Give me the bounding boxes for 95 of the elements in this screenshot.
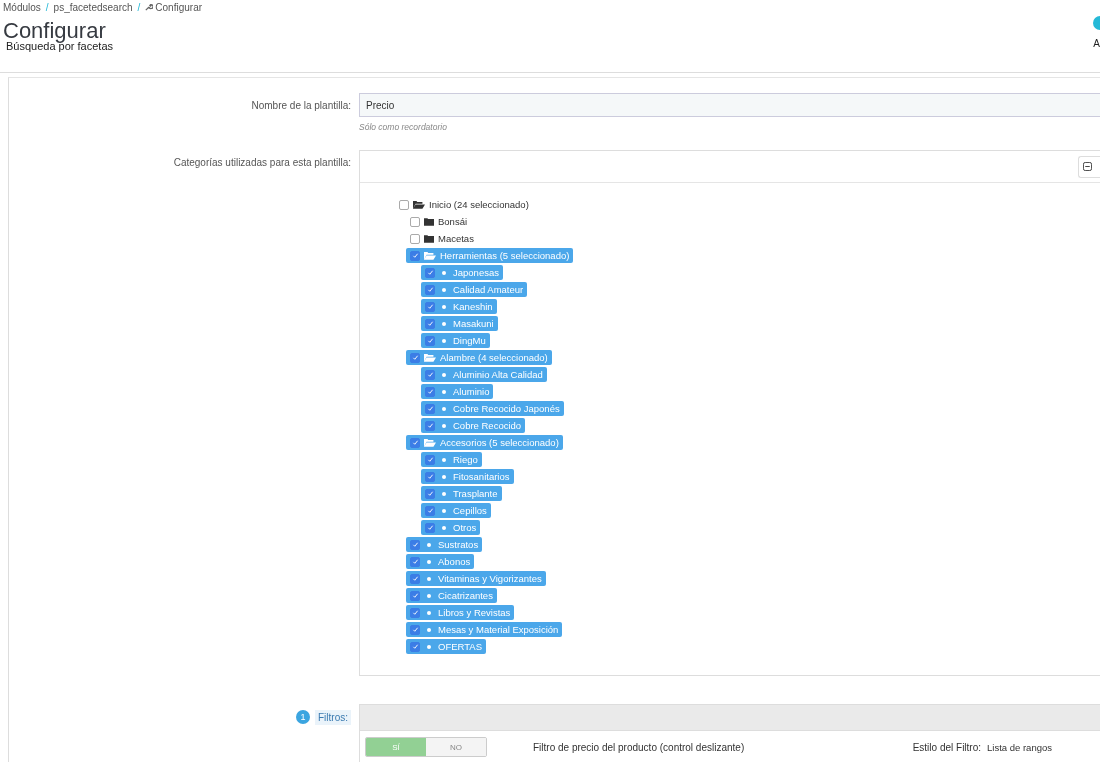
checkbox[interactable] — [425, 386, 435, 397]
checkbox[interactable] — [410, 624, 420, 635]
bullet-icon — [442, 491, 446, 496]
checkbox[interactable] — [425, 318, 435, 329]
tree-item[interactable]: Kaneshin — [421, 299, 497, 314]
wrench-icon — [145, 3, 154, 11]
bullet-icon — [442, 525, 446, 530]
field-label: Filtros: — [315, 709, 351, 725]
tree-item[interactable]: Aluminio — [421, 384, 494, 399]
collapse-all-button[interactable] — [1078, 155, 1100, 178]
checkbox[interactable] — [410, 437, 420, 448]
checkbox[interactable] — [399, 199, 409, 210]
bullet-icon — [442, 270, 446, 275]
bullet-icon — [427, 593, 431, 598]
tree-item[interactable]: Cepillos — [421, 503, 491, 518]
tree-item[interactable]: DingMu — [421, 333, 490, 348]
tree-item[interactable]: Masakuni — [421, 316, 498, 331]
checkbox[interactable] — [425, 505, 435, 516]
tree-item[interactable]: Vitaminas y Vigorizantes — [406, 571, 546, 586]
bullet-icon — [442, 457, 446, 462]
tree-item[interactable]: Herramientas (5 seleccionado) — [406, 248, 574, 263]
filter-style-value: Lista de rangos — [987, 741, 1052, 753]
tree-item[interactable]: Inicio (24 seleccionado) — [395, 197, 533, 212]
checkbox[interactable] — [410, 556, 420, 567]
checkbox[interactable] — [425, 488, 435, 499]
field-label: Nombre de la plantilla: — [250, 99, 351, 113]
checkbox[interactable] — [425, 267, 435, 278]
breadcrumb-link[interactable]: ps_facetedsearch — [53, 1, 133, 13]
checkbox[interactable] — [410, 250, 420, 261]
tree-item[interactable]: Cicatrizantes — [406, 588, 497, 603]
tree-item[interactable]: Abonos — [406, 554, 475, 569]
checkbox[interactable] — [410, 573, 420, 584]
tree-item[interactable]: Accesorios (5 seleccionado) — [406, 435, 563, 450]
bullet-icon — [427, 627, 431, 632]
checkbox[interactable] — [425, 454, 435, 465]
tree-item[interactable]: Mesas y Material Exposición — [406, 622, 563, 637]
tree-item[interactable]: Bonsái — [406, 214, 472, 229]
bullet-icon — [427, 610, 431, 615]
tree-item[interactable]: Fitosanitarios — [421, 469, 514, 484]
collapse-icon — [1083, 162, 1092, 171]
bullet-icon — [442, 508, 446, 513]
breadcrumb-separator: / — [137, 1, 141, 13]
bullet-icon — [427, 542, 431, 547]
breadcrumb-link[interactable]: Configurar — [155, 1, 203, 13]
tree-item[interactable]: Aluminio Alta Calidad — [421, 367, 547, 382]
bullet-icon — [442, 287, 446, 292]
tree-item[interactable]: Otros — [421, 520, 481, 535]
filter-name: Filtro de precio del producto (control deslizante) — [533, 741, 745, 753]
checkbox[interactable] — [425, 284, 435, 295]
tree-item[interactable]: Cobre Recocido Japonés — [421, 401, 564, 416]
bullet-icon — [442, 423, 446, 428]
tree-item[interactable]: Calidad Amateur — [421, 282, 528, 297]
bullet-icon — [427, 576, 431, 581]
bullet-icon — [442, 372, 446, 377]
tree-item[interactable]: Libros y Revistas — [406, 605, 515, 620]
tree-item[interactable]: Riego — [421, 452, 482, 467]
checkbox[interactable] — [410, 233, 420, 244]
checkbox[interactable] — [425, 471, 435, 482]
count-badge: 1 — [296, 710, 310, 724]
checkbox[interactable] — [410, 641, 420, 652]
tree-item[interactable]: Alambre (4 seleccionado) — [406, 350, 552, 365]
bullet-icon — [442, 406, 446, 411]
checkbox[interactable] — [425, 369, 435, 380]
filter-style-label: Estilo del Filtro: — [912, 741, 982, 753]
tree-item[interactable]: OFERTAS — [406, 639, 486, 654]
bullet-icon — [442, 304, 446, 309]
checkbox[interactable] — [425, 335, 435, 346]
page-title: Configurar — [3, 20, 106, 42]
bullet-icon — [442, 338, 446, 343]
bullet-icon — [427, 644, 431, 649]
checkbox[interactable] — [410, 216, 420, 227]
checkbox[interactable] — [410, 607, 420, 618]
toolbar-label[interactable]: A — [1093, 38, 1100, 49]
tree-item[interactable]: Japonesas — [421, 265, 503, 280]
toggle-switch[interactable]: SÍ NO — [365, 737, 487, 757]
bullet-icon — [442, 474, 446, 479]
checkbox[interactable] — [425, 420, 435, 431]
checkbox[interactable] — [410, 590, 420, 601]
breadcrumb-link[interactable]: Módulos — [3, 1, 41, 13]
tree-item[interactable]: Sustratos — [406, 537, 483, 552]
help-text: Sólo como recordatorio — [359, 122, 448, 132]
checkbox[interactable] — [425, 301, 435, 312]
checkbox[interactable] — [410, 539, 420, 550]
checkbox[interactable] — [410, 352, 420, 363]
tree-item[interactable]: Macetas — [406, 231, 478, 246]
checkbox[interactable] — [425, 522, 435, 533]
checkbox[interactable] — [425, 403, 435, 414]
breadcrumb-separator: / — [45, 1, 49, 13]
bullet-icon — [442, 321, 446, 326]
tree-item[interactable]: Cobre Recocido — [421, 418, 526, 433]
template-name-field[interactable]: Precio — [359, 93, 1100, 117]
bullet-icon — [442, 389, 446, 394]
tree-item[interactable]: Trasplante — [421, 486, 502, 501]
bullet-icon — [427, 559, 431, 564]
field-label: Categorías utilizadas para esta plantilla: — [172, 156, 351, 170]
